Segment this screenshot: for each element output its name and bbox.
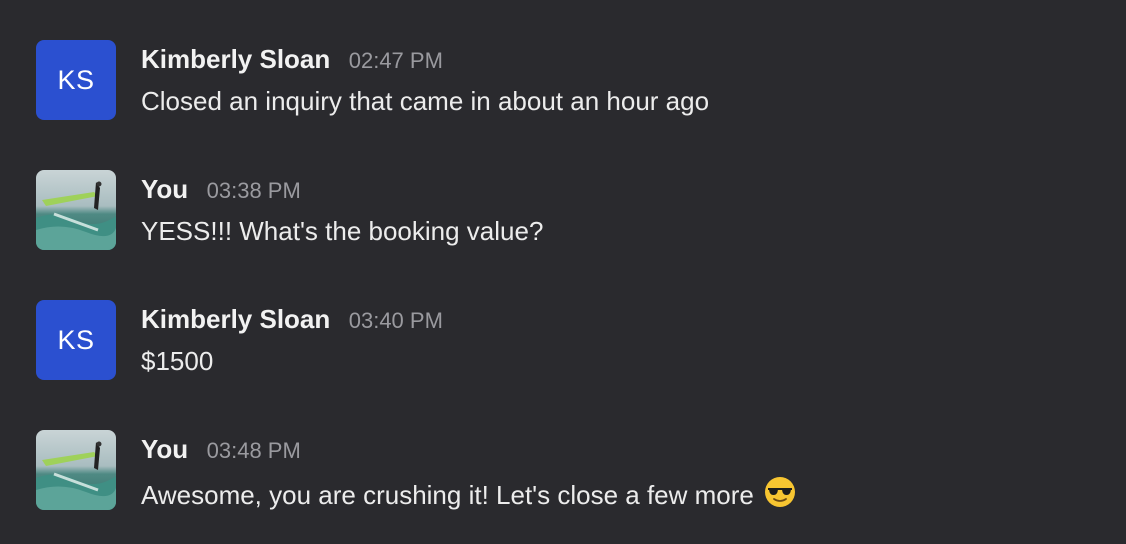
message-item: You 03:38 PM YESS!!! What's the booking … — [36, 170, 1086, 250]
avatar-initials: KS — [57, 324, 95, 355]
sender-name[interactable]: You — [141, 434, 188, 464]
windsurfer-photo-icon — [36, 170, 116, 250]
avatar-kimberly-sloan[interactable]: KS — [36, 300, 116, 380]
avatar-initials: KS — [57, 64, 95, 95]
message-item: You 03:48 PM Awesome, you are crushing i… — [36, 430, 1086, 510]
message-header: Kimberly Sloan 03:40 PM — [141, 304, 443, 335]
message-timestamp[interactable]: 03:38 PM — [207, 178, 301, 203]
avatar-kimberly-sloan[interactable]: KS — [36, 40, 116, 120]
sender-name[interactable]: Kimberly Sloan — [141, 44, 330, 74]
chat-thread: KS Kimberly Sloan 02:47 PM Closed an inq… — [0, 0, 1126, 544]
message-timestamp[interactable]: 02:47 PM — [349, 48, 443, 73]
sunglasses-emoji-icon — [764, 477, 795, 507]
message-text: YESS!!! What's the booking value? — [141, 216, 544, 246]
avatar-you[interactable] — [36, 430, 116, 510]
message-text: $1500 — [141, 346, 214, 376]
message-header: You 03:48 PM — [141, 434, 301, 465]
message-item: KS Kimberly Sloan 02:47 PM Closed an inq… — [36, 40, 1086, 120]
message-header: You 03:38 PM — [141, 174, 301, 205]
windsurfer-photo-icon — [36, 430, 116, 510]
message-item: KS Kimberly Sloan 03:40 PM $1500 — [36, 300, 1086, 380]
message-timestamp[interactable]: 03:40 PM — [349, 308, 443, 333]
message-header: Kimberly Sloan 02:47 PM — [141, 44, 443, 75]
message-text: Closed an inquiry that came in about an … — [141, 86, 710, 116]
avatar-you[interactable] — [36, 170, 116, 250]
message-text: Awesome, you are crushing it! Let's clos… — [141, 480, 754, 510]
sender-name[interactable]: You — [141, 174, 188, 204]
sender-name[interactable]: Kimberly Sloan — [141, 304, 330, 334]
message-text-row: Awesome, you are crushing it! Let's clos… — [141, 476, 796, 511]
message-timestamp[interactable]: 03:48 PM — [207, 438, 301, 463]
